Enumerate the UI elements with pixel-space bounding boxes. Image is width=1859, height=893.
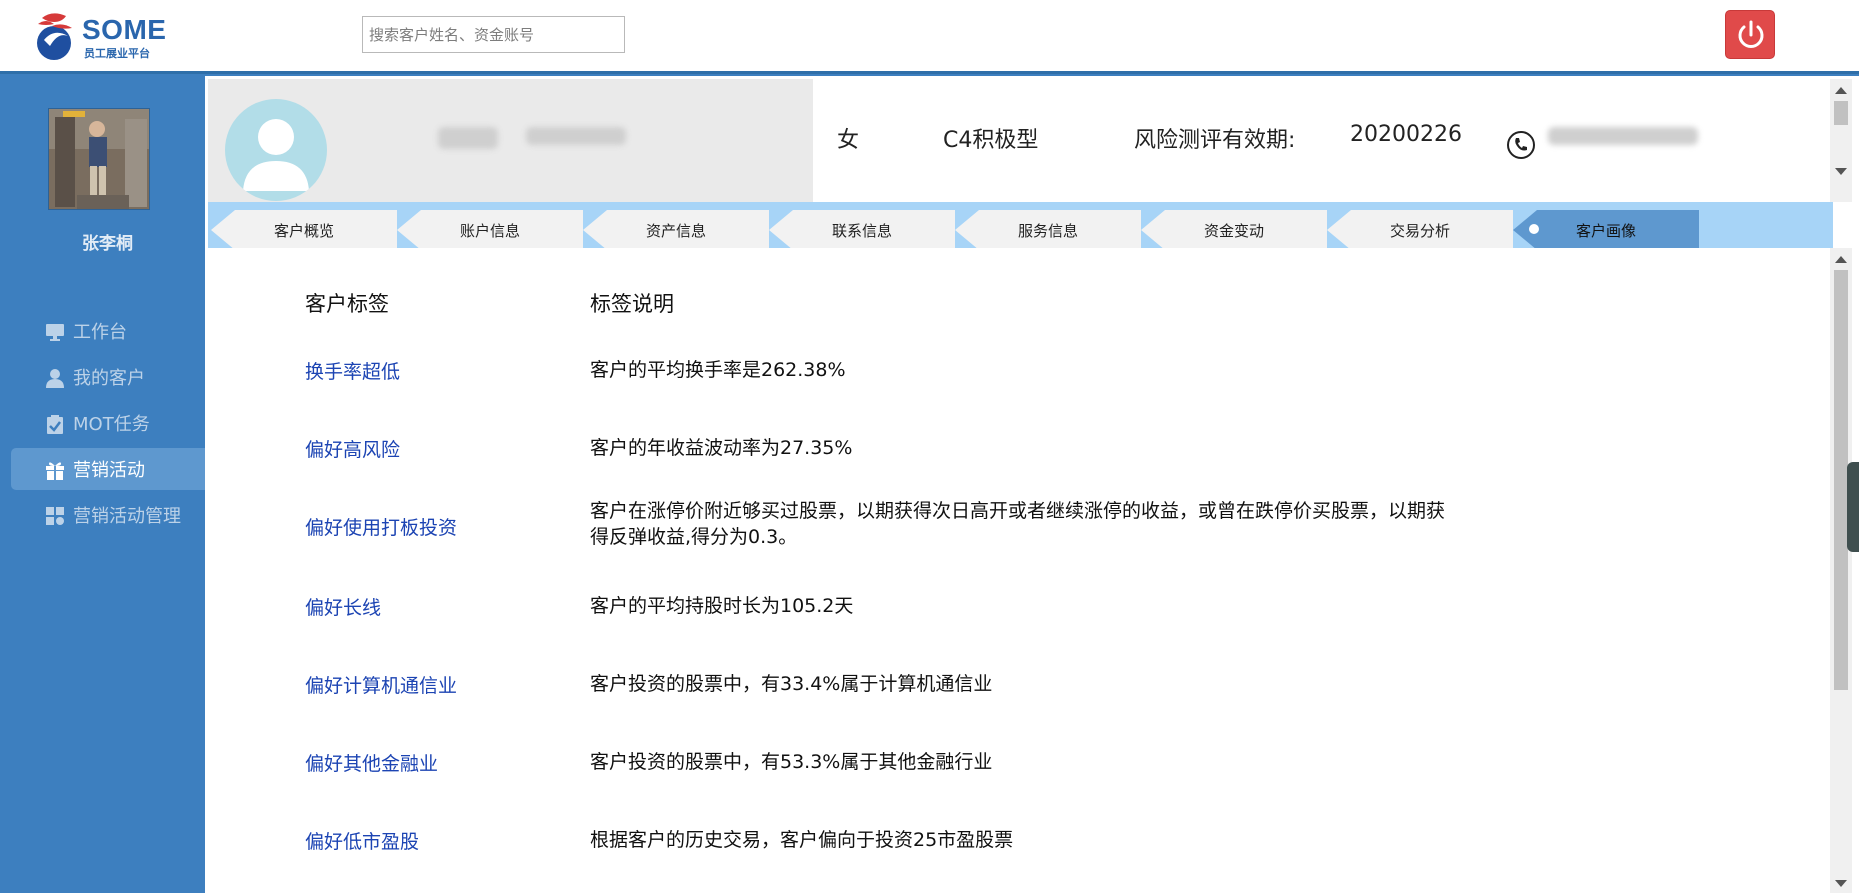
phone-icon[interactable] [1506, 130, 1536, 160]
tab-asset-info[interactable]: 资产信息 [583, 210, 769, 250]
customer-tabs: 客户概览 账户信息 资产信息 联系信息 服务信息 资金变动 交易分析 客户画像 [208, 202, 1833, 250]
avatar[interactable] [48, 108, 150, 210]
tab-label: 客户概览 [273, 221, 334, 240]
customer-gender: 女 [837, 128, 860, 153]
scroll-down-arrow[interactable] [1835, 880, 1847, 887]
scroll-up-arrow[interactable] [1835, 87, 1847, 94]
brand-subtitle: 员工展业平台 [84, 47, 150, 60]
sidebar: 张李桐 工作台 我的客户 MOT任务 营销活动 营销活动管理 [0, 76, 205, 893]
tab-customer-profile[interactable]: 客户画像 [1513, 210, 1699, 250]
sidebar-item-marketing[interactable]: 营销活动 [11, 448, 205, 490]
main-panel: 女 C4积极型 风险测评有效期: 20200226 客户概览 账户信息 资产信息… [205, 76, 1859, 893]
tag-link[interactable]: 换手率超低 [305, 357, 400, 384]
scroll-up-arrow[interactable] [1835, 256, 1847, 263]
sidebar-item-marketing-management[interactable]: 营销活动管理 [11, 494, 205, 536]
clipboard-check-icon [47, 415, 63, 434]
customer-name-redacted [438, 127, 498, 149]
side-handle[interactable] [1847, 462, 1859, 552]
column-header-description: 标签说明 [590, 292, 674, 316]
brand-logo[interactable]: SOME 员工展业平台 [32, 10, 172, 62]
scroll-down-arrow[interactable] [1835, 168, 1847, 175]
sidebar-item-label: 工作台 [73, 322, 127, 343]
tab-account-info[interactable]: 账户信息 [397, 210, 583, 250]
monitor-icon [46, 324, 64, 341]
tag-link[interactable]: 偏好低市盈股 [305, 827, 419, 854]
user-name: 张李桐 [82, 234, 133, 254]
sidebar-nav: 工作台 我的客户 MOT任务 营销活动 营销活动管理 [11, 310, 205, 540]
default-user-icon [243, 119, 309, 191]
power-icon [1738, 20, 1764, 48]
top-header: SOME 员工展业平台 [0, 0, 1859, 74]
tag-description: 客户投资的股票中，有33.4%属于计算机通信业 [590, 673, 993, 695]
tab-label: 资产信息 [645, 221, 706, 240]
avatar-photo-image [49, 109, 149, 209]
sidebar-item-label: MOT任务 [73, 414, 150, 435]
sidebar-item-my-customers[interactable]: 我的客户 [11, 356, 205, 398]
tab-label: 服务信息 [1017, 221, 1078, 240]
customer-account-redacted [526, 127, 626, 145]
sidebar-item-workbench[interactable]: 工作台 [11, 310, 205, 352]
tag-description: 客户的年收益波动率为27.35% [590, 437, 853, 459]
tag-description: 客户的平均换手率是262.38% [590, 359, 846, 381]
sidebar-item-label: 营销活动管理 [73, 506, 181, 527]
tab-label: 交易分析 [1389, 221, 1450, 240]
tag-link[interactable]: 偏好长线 [305, 593, 381, 620]
active-tab-dot-icon [1527, 222, 1541, 236]
brand-logo-mark-icon [37, 13, 72, 60]
logout-button[interactable] [1725, 10, 1775, 59]
tab-label: 资金变动 [1203, 221, 1264, 240]
tag-description: 客户的平均持股时长为105.2天 [590, 595, 854, 617]
customer-avatar [225, 99, 327, 201]
sidebar-item-label: 营销活动 [73, 460, 145, 481]
column-header-tag: 客户标签 [305, 292, 389, 316]
tab-trade-analysis[interactable]: 交易分析 [1327, 210, 1513, 250]
tab-fund-changes[interactable]: 资金变动 [1141, 210, 1327, 250]
tab-label: 客户画像 [1575, 221, 1636, 240]
risk-eval-date: 20200226 [1350, 122, 1462, 147]
tag-link[interactable]: 偏好使用打板投资 [305, 513, 457, 540]
scrollbar-thumb[interactable] [1834, 270, 1848, 690]
user-icon [46, 369, 64, 388]
tab-label: 账户信息 [459, 221, 520, 240]
tab-label: 联系信息 [831, 221, 892, 240]
tab-contact-info[interactable]: 联系信息 [769, 210, 955, 250]
grid-settings-icon [46, 507, 64, 525]
customer-profile-header: 女 C4积极型 风险测评有效期: 20200226 [208, 79, 1833, 202]
tab-service-info[interactable]: 服务信息 [955, 210, 1141, 250]
customer-tags-table: 客户标签 标签说明 换手率超低 客户的平均换手率是262.38% 偏好高风险 客… [208, 248, 1833, 893]
tag-link[interactable]: 偏好其他金融业 [305, 749, 438, 776]
brand-name: SOME [82, 14, 167, 45]
gift-icon [46, 462, 64, 480]
scrollbar-thumb[interactable] [1834, 101, 1848, 125]
tag-description: 客户投资的股票中，有53.3%属于其他金融行业 [590, 751, 993, 773]
risk-eval-label: 风险测评有效期: [1134, 128, 1296, 153]
search-input[interactable] [362, 16, 625, 53]
customer-phone-redacted [1548, 127, 1698, 145]
content-scrollbar[interactable] [1830, 248, 1852, 893]
header-scrollbar[interactable] [1830, 79, 1852, 202]
sidebar-item-mot-tasks[interactable]: MOT任务 [11, 402, 205, 444]
sidebar-item-label: 我的客户 [73, 368, 145, 389]
customer-identity-box [208, 79, 813, 202]
tag-link[interactable]: 偏好高风险 [305, 435, 400, 462]
tag-link[interactable]: 偏好计算机通信业 [305, 671, 457, 698]
tag-description: 根据客户的历史交易，客户偏向于投资25市盈股票 [590, 829, 1014, 851]
tag-description: 客户在涨停价附近够买过股票，以期获得次日高开或者继续涨停的收益，或曾在跌停价买股… [590, 500, 1446, 548]
customer-risk-level: C4积极型 [943, 128, 1039, 153]
tab-overview[interactable]: 客户概览 [211, 210, 397, 250]
